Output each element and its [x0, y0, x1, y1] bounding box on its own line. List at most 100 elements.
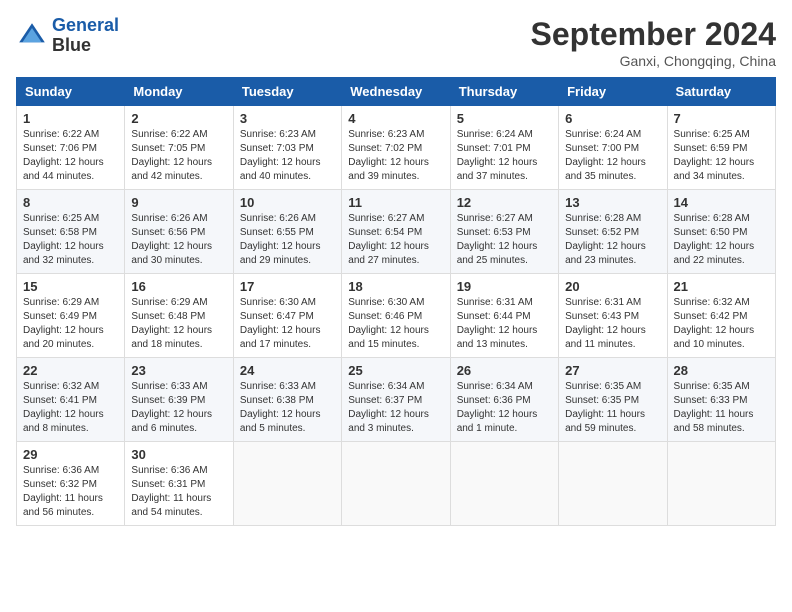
day-info: Sunrise: 6:32 AM Sunset: 6:41 PM Dayligh… [23, 380, 118, 436]
day-info: Sunrise: 6:22 AM Sunset: 7:06 PM Dayligh… [23, 128, 118, 184]
day-info: Sunrise: 6:33 AM Sunset: 6:38 PM Dayligh… [240, 380, 335, 436]
day-info: Sunrise: 6:35 AM Sunset: 6:35 PM Dayligh… [565, 380, 660, 436]
table-row [233, 442, 341, 526]
table-row: 5 Sunrise: 6:24 AM Sunset: 7:01 PM Dayli… [450, 106, 558, 190]
table-row: 16 Sunrise: 6:29 AM Sunset: 6:48 PM Dayl… [125, 274, 233, 358]
day-info: Sunrise: 6:28 AM Sunset: 6:52 PM Dayligh… [565, 212, 660, 268]
day-info: Sunrise: 6:27 AM Sunset: 6:54 PM Dayligh… [348, 212, 443, 268]
day-number: 1 [23, 111, 118, 126]
day-number: 23 [131, 363, 226, 378]
day-info: Sunrise: 6:29 AM Sunset: 6:49 PM Dayligh… [23, 296, 118, 352]
day-number: 5 [457, 111, 552, 126]
calendar-week-row: 22 Sunrise: 6:32 AM Sunset: 6:41 PM Dayl… [17, 358, 776, 442]
day-number: 21 [674, 279, 769, 294]
day-number: 28 [674, 363, 769, 378]
day-number: 29 [23, 447, 118, 462]
day-number: 30 [131, 447, 226, 462]
table-row: 13 Sunrise: 6:28 AM Sunset: 6:52 PM Dayl… [559, 190, 667, 274]
table-row: 19 Sunrise: 6:31 AM Sunset: 6:44 PM Dayl… [450, 274, 558, 358]
calendar-location: Ganxi, Chongqing, China [531, 53, 776, 69]
table-row: 17 Sunrise: 6:30 AM Sunset: 6:47 PM Dayl… [233, 274, 341, 358]
day-info: Sunrise: 6:26 AM Sunset: 6:55 PM Dayligh… [240, 212, 335, 268]
day-number: 20 [565, 279, 660, 294]
day-info: Sunrise: 6:34 AM Sunset: 6:37 PM Dayligh… [348, 380, 443, 436]
table-row: 26 Sunrise: 6:34 AM Sunset: 6:36 PM Dayl… [450, 358, 558, 442]
day-number: 14 [674, 195, 769, 210]
day-info: Sunrise: 6:24 AM Sunset: 7:00 PM Dayligh… [565, 128, 660, 184]
day-number: 9 [131, 195, 226, 210]
col-thursday: Thursday [450, 78, 558, 106]
day-number: 15 [23, 279, 118, 294]
table-row: 20 Sunrise: 6:31 AM Sunset: 6:43 PM Dayl… [559, 274, 667, 358]
table-row: 23 Sunrise: 6:33 AM Sunset: 6:39 PM Dayl… [125, 358, 233, 442]
col-tuesday: Tuesday [233, 78, 341, 106]
table-row: 18 Sunrise: 6:30 AM Sunset: 6:46 PM Dayl… [342, 274, 450, 358]
day-info: Sunrise: 6:25 AM Sunset: 6:59 PM Dayligh… [674, 128, 769, 184]
day-info: Sunrise: 6:30 AM Sunset: 6:47 PM Dayligh… [240, 296, 335, 352]
table-row: 12 Sunrise: 6:27 AM Sunset: 6:53 PM Dayl… [450, 190, 558, 274]
day-number: 4 [348, 111, 443, 126]
day-number: 8 [23, 195, 118, 210]
col-sunday: Sunday [17, 78, 125, 106]
table-row: 6 Sunrise: 6:24 AM Sunset: 7:00 PM Dayli… [559, 106, 667, 190]
day-info: Sunrise: 6:31 AM Sunset: 6:44 PM Dayligh… [457, 296, 552, 352]
table-row [342, 442, 450, 526]
day-info: Sunrise: 6:31 AM Sunset: 6:43 PM Dayligh… [565, 296, 660, 352]
day-number: 22 [23, 363, 118, 378]
page-header: GeneralBlue September 2024 Ganxi, Chongq… [16, 16, 776, 69]
day-number: 17 [240, 279, 335, 294]
day-number: 11 [348, 195, 443, 210]
table-row: 14 Sunrise: 6:28 AM Sunset: 6:50 PM Dayl… [667, 190, 775, 274]
table-row: 28 Sunrise: 6:35 AM Sunset: 6:33 PM Dayl… [667, 358, 775, 442]
day-info: Sunrise: 6:36 AM Sunset: 6:32 PM Dayligh… [23, 464, 118, 520]
table-row: 9 Sunrise: 6:26 AM Sunset: 6:56 PM Dayli… [125, 190, 233, 274]
table-row: 2 Sunrise: 6:22 AM Sunset: 7:05 PM Dayli… [125, 106, 233, 190]
table-row [559, 442, 667, 526]
calendar-week-row: 29 Sunrise: 6:36 AM Sunset: 6:32 PM Dayl… [17, 442, 776, 526]
day-info: Sunrise: 6:35 AM Sunset: 6:33 PM Dayligh… [674, 380, 769, 436]
day-number: 13 [565, 195, 660, 210]
day-info: Sunrise: 6:25 AM Sunset: 6:58 PM Dayligh… [23, 212, 118, 268]
day-info: Sunrise: 6:27 AM Sunset: 6:53 PM Dayligh… [457, 212, 552, 268]
day-info: Sunrise: 6:29 AM Sunset: 6:48 PM Dayligh… [131, 296, 226, 352]
table-row: 4 Sunrise: 6:23 AM Sunset: 7:02 PM Dayli… [342, 106, 450, 190]
day-number: 2 [131, 111, 226, 126]
day-number: 18 [348, 279, 443, 294]
table-row: 21 Sunrise: 6:32 AM Sunset: 6:42 PM Dayl… [667, 274, 775, 358]
day-number: 12 [457, 195, 552, 210]
table-row: 11 Sunrise: 6:27 AM Sunset: 6:54 PM Dayl… [342, 190, 450, 274]
table-row: 22 Sunrise: 6:32 AM Sunset: 6:41 PM Dayl… [17, 358, 125, 442]
calendar-title: September 2024 [531, 16, 776, 53]
day-number: 24 [240, 363, 335, 378]
table-row: 15 Sunrise: 6:29 AM Sunset: 6:49 PM Dayl… [17, 274, 125, 358]
col-friday: Friday [559, 78, 667, 106]
calendar-week-row: 8 Sunrise: 6:25 AM Sunset: 6:58 PM Dayli… [17, 190, 776, 274]
col-wednesday: Wednesday [342, 78, 450, 106]
calendar-header-row: Sunday Monday Tuesday Wednesday Thursday… [17, 78, 776, 106]
table-row: 7 Sunrise: 6:25 AM Sunset: 6:59 PM Dayli… [667, 106, 775, 190]
table-row [450, 442, 558, 526]
day-info: Sunrise: 6:23 AM Sunset: 7:03 PM Dayligh… [240, 128, 335, 184]
day-info: Sunrise: 6:34 AM Sunset: 6:36 PM Dayligh… [457, 380, 552, 436]
table-row: 1 Sunrise: 6:22 AM Sunset: 7:06 PM Dayli… [17, 106, 125, 190]
day-info: Sunrise: 6:28 AM Sunset: 6:50 PM Dayligh… [674, 212, 769, 268]
day-info: Sunrise: 6:26 AM Sunset: 6:56 PM Dayligh… [131, 212, 226, 268]
logo-icon [16, 20, 48, 52]
day-number: 26 [457, 363, 552, 378]
day-number: 25 [348, 363, 443, 378]
calendar-week-row: 15 Sunrise: 6:29 AM Sunset: 6:49 PM Dayl… [17, 274, 776, 358]
table-row: 8 Sunrise: 6:25 AM Sunset: 6:58 PM Dayli… [17, 190, 125, 274]
day-number: 3 [240, 111, 335, 126]
table-row: 25 Sunrise: 6:34 AM Sunset: 6:37 PM Dayl… [342, 358, 450, 442]
day-info: Sunrise: 6:23 AM Sunset: 7:02 PM Dayligh… [348, 128, 443, 184]
day-info: Sunrise: 6:24 AM Sunset: 7:01 PM Dayligh… [457, 128, 552, 184]
table-row [667, 442, 775, 526]
day-number: 6 [565, 111, 660, 126]
logo: GeneralBlue [16, 16, 119, 56]
day-number: 7 [674, 111, 769, 126]
table-row: 27 Sunrise: 6:35 AM Sunset: 6:35 PM Dayl… [559, 358, 667, 442]
day-number: 27 [565, 363, 660, 378]
day-number: 16 [131, 279, 226, 294]
title-block: September 2024 Ganxi, Chongqing, China [531, 16, 776, 69]
table-row: 3 Sunrise: 6:23 AM Sunset: 7:03 PM Dayli… [233, 106, 341, 190]
